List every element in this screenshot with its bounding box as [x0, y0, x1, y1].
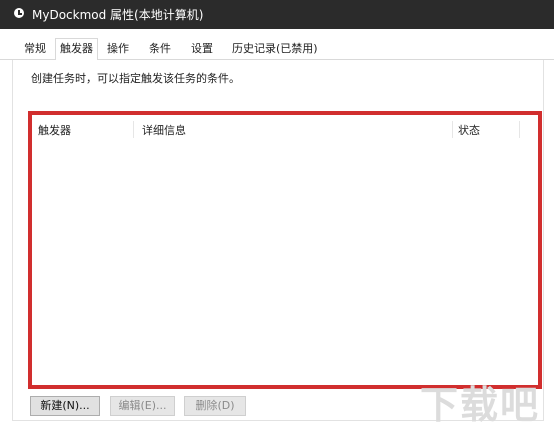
trigger-list[interactable]: 触发器 详细信息 状态 [28, 111, 542, 389]
tab-general[interactable]: 常规 [20, 41, 50, 57]
title-bar: MyDockmod 属性(本地计算机) [0, 0, 554, 29]
tab-triggers[interactable]: 触发器 [55, 38, 98, 60]
clock-icon [14, 8, 24, 18]
tab-conditions[interactable]: 条件 [145, 41, 175, 57]
column-header-status[interactable]: 状态 [458, 122, 480, 138]
column-header-trigger[interactable]: 触发器 [38, 122, 71, 138]
delete-button[interactable]: 删除(D) [184, 396, 246, 416]
new-button[interactable]: 新建(N)... [30, 396, 100, 416]
trigger-description: 创建任务时，可以指定触发该任务的条件。 [31, 72, 240, 85]
tab-history[interactable]: 历史记录(已禁用) [228, 41, 322, 57]
column-separator[interactable] [452, 121, 453, 138]
tab-actions[interactable]: 操作 [103, 41, 133, 57]
window-title: MyDockmod 属性(本地计算机) [32, 8, 204, 22]
column-header-details[interactable]: 详细信息 [142, 122, 186, 138]
column-separator[interactable] [519, 121, 520, 138]
watermark-logo: 下载吧 [420, 383, 541, 427]
tab-settings[interactable]: 设置 [187, 41, 217, 57]
column-separator[interactable] [133, 121, 134, 138]
tab-strip: 常规 触发器 操作 条件 设置 历史记录(已禁用) [0, 38, 554, 60]
edit-button[interactable]: 编辑(E)... [110, 396, 175, 416]
